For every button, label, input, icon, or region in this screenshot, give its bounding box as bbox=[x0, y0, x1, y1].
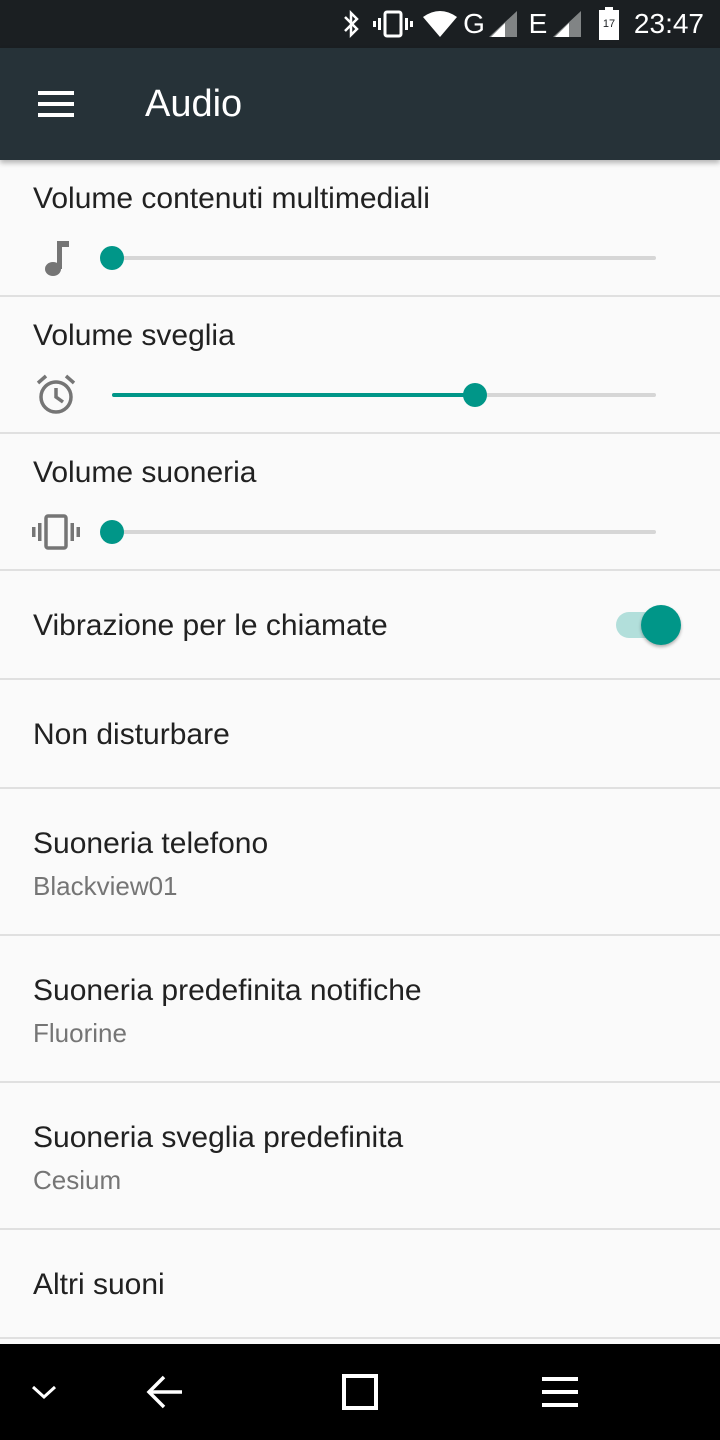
slider-thumb[interactable] bbox=[100, 520, 124, 544]
notification-sound-row[interactable]: Suoneria predefinita notifiche Fluorine bbox=[0, 936, 720, 1083]
music-note-icon bbox=[28, 234, 84, 282]
settings-list: Volume contenuti multimediali Volume sve… bbox=[0, 160, 720, 1339]
media-volume-slider[interactable] bbox=[100, 234, 656, 282]
other-sounds-row[interactable]: Altri suoni bbox=[0, 1230, 720, 1339]
ring-volume-label: Volume suoneria bbox=[33, 456, 257, 489]
slider-track bbox=[112, 530, 656, 534]
other-sounds-label: Altri suoni bbox=[33, 1268, 165, 1301]
network-type-e: E bbox=[528, 8, 548, 39]
bluetooth-icon bbox=[338, 0, 364, 48]
vibrate-on-calls-switch[interactable] bbox=[612, 605, 684, 645]
alarm-sound-label: Suoneria sveglia predefinita bbox=[33, 1121, 404, 1154]
phone-ringtone-label: Suoneria telefono bbox=[33, 827, 269, 860]
notification-sound-label: Suoneria predefinita notifiche bbox=[33, 974, 422, 1007]
ring-volume-row: Volume suoneria bbox=[0, 434, 720, 571]
chevron-down-icon[interactable] bbox=[12, 1360, 76, 1424]
back-arrow-icon[interactable] bbox=[132, 1360, 196, 1424]
media-volume-row: Volume contenuti multimediali bbox=[0, 160, 720, 297]
signal-icon bbox=[552, 0, 582, 48]
navigation-bar bbox=[0, 1344, 720, 1440]
page-title: Audio bbox=[145, 83, 243, 125]
switch-thumb[interactable] bbox=[641, 605, 681, 645]
status-bar: G E 17 23:47 bbox=[0, 0, 720, 48]
notification-sound-value: Fluorine bbox=[33, 1018, 127, 1048]
vibrate-icon bbox=[372, 0, 414, 48]
app-toolbar: Audio bbox=[0, 48, 720, 160]
media-volume-label: Volume contenuti multimediali bbox=[33, 182, 430, 215]
do-not-disturb-row[interactable]: Non disturbare bbox=[0, 680, 720, 789]
ring-volume-slider[interactable] bbox=[100, 508, 656, 556]
vibrate-on-calls-label: Vibrazione per le chiamate bbox=[33, 609, 388, 642]
battery-icon: 17 bbox=[596, 0, 622, 48]
slider-thumb[interactable] bbox=[100, 246, 124, 270]
wifi-icon bbox=[422, 0, 458, 48]
phone-ringtone-value: Blackview01 bbox=[33, 871, 178, 901]
alarm-sound-value: Cesium bbox=[33, 1165, 122, 1195]
status-clock: 23:47 bbox=[633, 8, 704, 39]
alarm-clock-icon bbox=[28, 371, 84, 419]
alarm-volume-row: Volume sveglia bbox=[0, 297, 720, 434]
slider-track bbox=[112, 256, 656, 260]
slider-fill bbox=[112, 393, 475, 397]
phone-ringtone-row[interactable]: Suoneria telefono Blackview01 bbox=[0, 789, 720, 936]
slider-thumb[interactable] bbox=[463, 383, 487, 407]
do-not-disturb-label: Non disturbare bbox=[33, 718, 230, 751]
recents-square-icon[interactable] bbox=[328, 1360, 392, 1424]
menu-lines-icon[interactable] bbox=[528, 1360, 592, 1424]
vibrate-icon bbox=[28, 508, 84, 556]
alarm-volume-label: Volume sveglia bbox=[33, 319, 235, 352]
alarm-sound-row[interactable]: Suoneria sveglia predefinita Cesium bbox=[0, 1083, 720, 1230]
battery-level: 17 bbox=[602, 18, 616, 30]
alarm-volume-slider[interactable] bbox=[112, 371, 656, 419]
network-type-g: G bbox=[463, 8, 485, 39]
vibrate-on-calls-row[interactable]: Vibrazione per le chiamate bbox=[0, 571, 720, 680]
signal-icon bbox=[488, 0, 518, 48]
hamburger-menu-icon[interactable] bbox=[22, 78, 90, 130]
